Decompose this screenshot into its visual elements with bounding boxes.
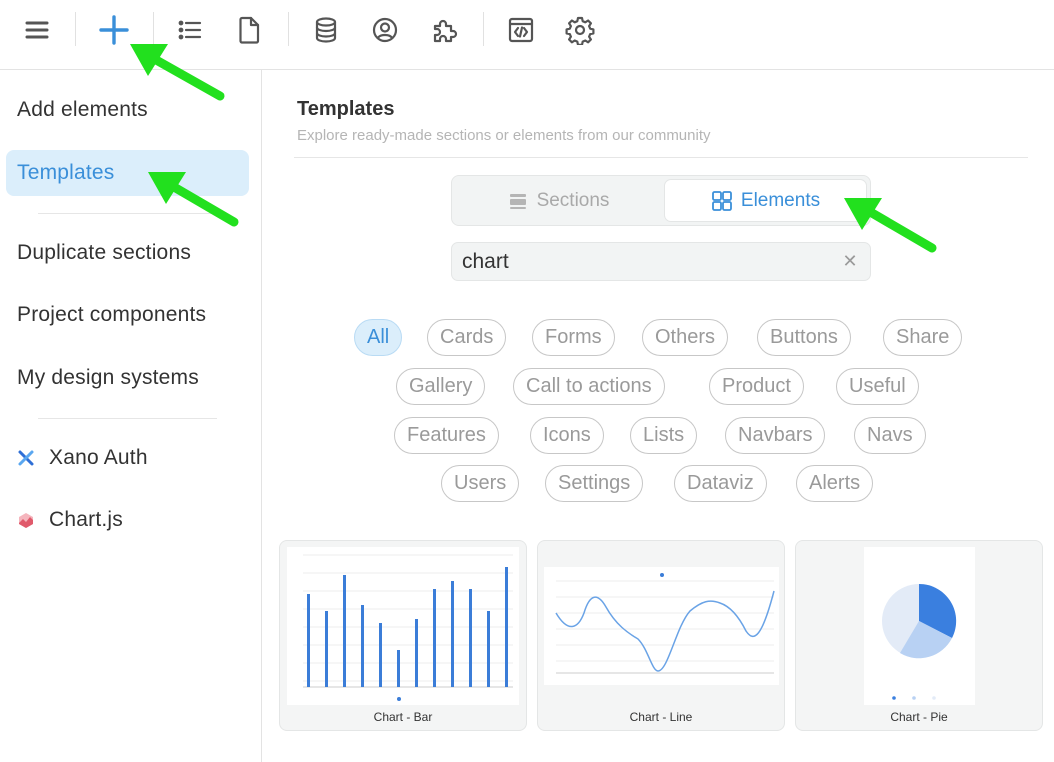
- toolbar-divider: [153, 12, 154, 46]
- database-icon: [315, 17, 337, 43]
- card-label: Chart - Pie: [890, 710, 948, 724]
- tab-elements[interactable]: Elements: [664, 179, 867, 222]
- tag-all[interactable]: All: [354, 319, 403, 356]
- line-chart-thumbnail: [544, 567, 779, 685]
- tag-gallery[interactable]: Gallery: [396, 368, 486, 405]
- menu-icon: [25, 21, 49, 39]
- card-label: Chart - Line: [629, 710, 693, 724]
- xano-icon: [18, 450, 34, 466]
- tag-cards[interactable]: Cards: [427, 319, 507, 356]
- layers-button[interactable]: [170, 10, 210, 50]
- tag-forms[interactable]: Forms: [532, 319, 615, 356]
- tab-label: Elements: [740, 189, 821, 211]
- grid-icon: [711, 190, 732, 211]
- tag-product[interactable]: Product: [709, 368, 804, 405]
- tag-alerts[interactable]: Alerts: [796, 465, 874, 502]
- bar-chart-preview: [303, 554, 513, 701]
- sidebar-item-xano-auth[interactable]: Xano Auth: [6, 435, 249, 481]
- tab-label: Sections: [536, 189, 610, 211]
- tab-sections[interactable]: Sections: [455, 179, 661, 222]
- segmented-control: Sections Elements: [451, 175, 871, 226]
- toolbar-divider: [288, 12, 289, 46]
- sidebar-item-label: Add elements: [17, 98, 148, 121]
- page-title: Templates: [297, 98, 395, 120]
- bar-chart-thumbnail: [287, 547, 519, 705]
- card-label: Chart - Bar: [373, 710, 433, 724]
- tag-users[interactable]: Users: [441, 465, 520, 502]
- sidebar-item-label: My design systems: [17, 366, 199, 389]
- tag-dataviz[interactable]: Dataviz: [674, 465, 767, 502]
- pie-chart-thumbnail: [864, 547, 975, 705]
- sidebar-item-chartjs[interactable]: Chart.js: [6, 497, 249, 543]
- sidebar-item-templates[interactable]: Templates: [6, 150, 249, 196]
- tag-icons[interactable]: Icons: [530, 417, 604, 454]
- template-card-bar[interactable]: Chart - Bar: [279, 540, 527, 731]
- toolbar-divider: [483, 12, 484, 46]
- sidebar-item-label: Chart.js: [49, 508, 123, 531]
- header-divider: [294, 157, 1028, 158]
- pages-button[interactable]: [229, 10, 269, 50]
- users-button[interactable]: [365, 10, 405, 50]
- sidebar-item-duplicate-sections[interactable]: Duplicate sections: [6, 230, 249, 276]
- template-card-line[interactable]: Chart - Line: [537, 540, 785, 731]
- tag-buttons[interactable]: Buttons: [757, 319, 851, 356]
- sidebar-item-label: Xano Auth: [49, 446, 148, 469]
- tag-share[interactable]: Share: [883, 319, 963, 356]
- line-chart-preview: [555, 573, 775, 674]
- list-icon: [178, 20, 202, 40]
- tag-lists[interactable]: Lists: [630, 417, 698, 454]
- sidebar-item-project-components[interactable]: Project components: [6, 292, 249, 338]
- plus-icon: [99, 15, 129, 45]
- add-button[interactable]: [94, 10, 134, 50]
- sidebar-item-label: Templates: [17, 161, 115, 184]
- tag-settings[interactable]: Settings: [545, 465, 644, 502]
- sidebar-item-label: Duplicate sections: [17, 241, 192, 264]
- search-input[interactable]: [462, 245, 832, 279]
- settings-button[interactable]: [560, 10, 600, 50]
- tag-call-to-actions[interactable]: Call to actions: [513, 368, 665, 405]
- top-toolbar: [0, 0, 1054, 70]
- template-card-pie[interactable]: Chart - Pie: [795, 540, 1043, 731]
- code-button[interactable]: [501, 10, 541, 50]
- gear-icon: [565, 16, 595, 45]
- tag-navbars[interactable]: Navbars: [725, 417, 826, 454]
- clear-icon[interactable]: ✕: [840, 251, 860, 271]
- sidebar-divider: [38, 213, 217, 214]
- search-box: ✕: [451, 242, 871, 281]
- puzzle-icon: [433, 19, 458, 43]
- sidebar-item-add-elements[interactable]: Add elements: [6, 87, 249, 133]
- tag-others[interactable]: Others: [642, 319, 729, 356]
- sidebar-divider: [38, 418, 217, 419]
- sections-icon: [509, 193, 526, 209]
- code-window-icon: [508, 17, 534, 43]
- page-icon: [239, 16, 260, 44]
- user-circle-icon: [372, 17, 398, 43]
- chartjs-icon: [19, 513, 33, 528]
- database-button[interactable]: [306, 10, 346, 50]
- sidebar-item-label: Project components: [17, 303, 207, 326]
- page-subtitle: Explore ready-made sections or elements …: [297, 127, 711, 144]
- sidebar: Add elements Templates Duplicate section…: [0, 70, 262, 762]
- plugins-button[interactable]: [424, 10, 464, 50]
- toolbar-divider: [75, 12, 76, 46]
- pie-chart-preview: [882, 583, 957, 700]
- tag-navs[interactable]: Navs: [854, 417, 926, 454]
- tag-features[interactable]: Features: [394, 417, 499, 454]
- menu-button[interactable]: [17, 10, 57, 50]
- sidebar-item-design-systems[interactable]: My design systems: [6, 355, 249, 401]
- tag-useful[interactable]: Useful: [836, 368, 919, 405]
